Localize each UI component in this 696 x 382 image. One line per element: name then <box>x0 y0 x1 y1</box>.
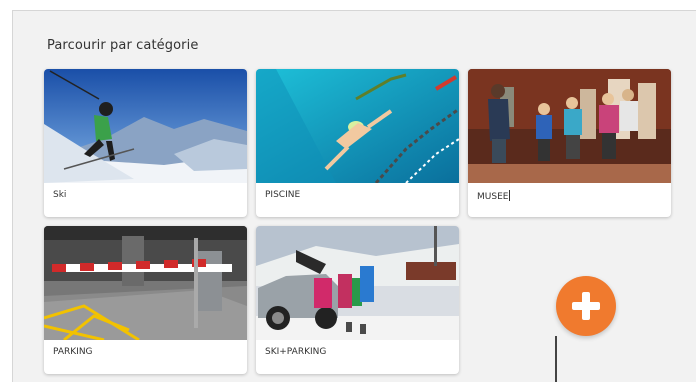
museum-visit-photo <box>468 69 671 183</box>
category-label: Ski <box>53 190 67 200</box>
category-label: SKI+PARKING <box>265 347 327 357</box>
category-card-piscine[interactable]: PISCINE <box>256 69 459 217</box>
fab-connector-line <box>555 336 557 382</box>
section-title: Parcourir par catégorie <box>47 38 199 53</box>
skier-photo <box>44 69 247 183</box>
category-label: PARKING <box>53 347 93 357</box>
parking-barrier-photo <box>44 226 247 340</box>
category-card-musee[interactable]: MUSEE <box>468 69 671 217</box>
add-category-button[interactable] <box>556 276 616 336</box>
category-card-ski-parking[interactable]: SKI+PARKING <box>256 226 459 374</box>
ski-car-photo <box>256 226 459 340</box>
category-card-parking[interactable]: PARKING <box>44 226 247 374</box>
text-cursor <box>509 190 511 201</box>
swimmer-photo <box>256 69 459 183</box>
category-card-ski[interactable]: Ski <box>44 69 247 217</box>
plus-icon <box>572 292 600 320</box>
category-label: PISCINE <box>265 190 301 200</box>
category-label: MUSEE <box>477 190 511 202</box>
